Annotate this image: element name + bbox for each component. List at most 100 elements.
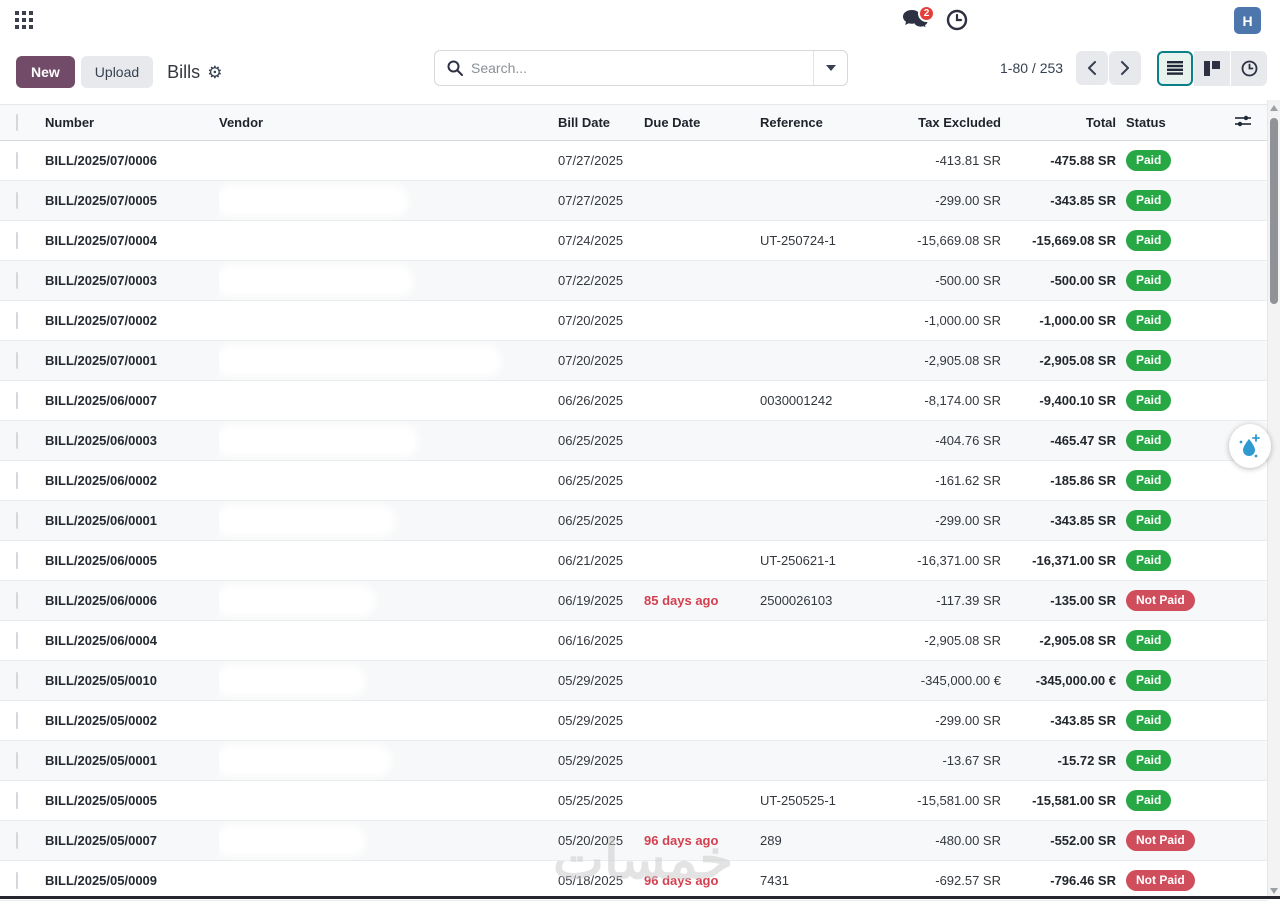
kanban-view-button[interactable] — [1194, 51, 1230, 86]
upload-button[interactable]: Upload — [81, 56, 153, 88]
bill-date: 05/29/2025 — [558, 701, 644, 741]
table-row[interactable]: BILL/2025/06/0001 06/25/2025 -299.00 SR … — [0, 501, 1268, 541]
apps-menu-icon[interactable] — [15, 11, 33, 29]
table-row[interactable]: BILL/2025/07/0004 07/24/2025 UT-250724-1… — [0, 221, 1268, 261]
row-checkbox[interactable] — [16, 792, 18, 809]
vendor-redaction — [219, 750, 387, 772]
bill-number: BILL/2025/07/0001 — [45, 341, 219, 381]
gear-icon[interactable]: ⚙ — [207, 64, 222, 81]
table-row[interactable]: BILL/2025/05/0002 05/29/2025 -299.00 SR … — [0, 701, 1268, 741]
table-row[interactable]: BILL/2025/06/0005 06/21/2025 UT-250621-1… — [0, 541, 1268, 581]
row-checkbox[interactable] — [16, 552, 18, 569]
chevron-down-icon — [826, 65, 836, 71]
avatar[interactable]: H — [1234, 7, 1261, 34]
total: -343.85 SR — [1003, 701, 1118, 741]
bill-date: 06/16/2025 — [558, 621, 644, 661]
vendor-cell — [219, 341, 558, 381]
due-date — [644, 181, 760, 221]
select-all-checkbox[interactable] — [16, 114, 18, 131]
reference — [760, 661, 908, 701]
activities-clock-icon[interactable] — [946, 9, 968, 31]
column-header-due-date[interactable]: Due Date — [644, 105, 760, 141]
reference — [760, 621, 908, 661]
total: -343.85 SR — [1003, 501, 1118, 541]
row-checkbox[interactable] — [16, 632, 18, 649]
tax-excluded: -345,000.00 € — [908, 661, 1003, 701]
due-date — [644, 421, 760, 461]
search-options-toggle[interactable] — [813, 51, 847, 85]
tax-excluded: -299.00 SR — [908, 181, 1003, 221]
column-header-number[interactable]: Number — [45, 105, 219, 141]
row-checkbox[interactable] — [16, 432, 18, 449]
column-header-total[interactable]: Total — [1003, 105, 1118, 141]
column-header-reference[interactable]: Reference — [760, 105, 908, 141]
table-row[interactable]: BILL/2025/06/0003 06/25/2025 -404.76 SR … — [0, 421, 1268, 461]
row-checkbox[interactable] — [16, 512, 18, 529]
row-checkbox[interactable] — [16, 352, 18, 369]
total: -15,669.08 SR — [1003, 221, 1118, 261]
tax-excluded: -16,371.00 SR — [908, 541, 1003, 581]
vendor-redaction — [219, 350, 497, 372]
messages-icon[interactable]: 2 — [902, 8, 932, 34]
bill-number: BILL/2025/06/0001 — [45, 501, 219, 541]
row-checkbox[interactable] — [16, 592, 18, 609]
list-view-button[interactable] — [1157, 51, 1193, 86]
vendor-cell — [219, 221, 558, 261]
row-checkbox[interactable] — [16, 152, 18, 169]
column-header-tax-excluded[interactable]: Tax Excluded — [908, 105, 1003, 141]
adjust-columns-icon[interactable] — [1235, 116, 1251, 131]
vertical-scrollbar[interactable] — [1267, 100, 1280, 899]
column-header-bill-date[interactable]: Bill Date — [558, 105, 644, 141]
row-checkbox[interactable] — [16, 472, 18, 489]
table-row[interactable]: BILL/2025/07/0003 07/22/2025 -500.00 SR … — [0, 261, 1268, 301]
scroll-down-arrow[interactable] — [1270, 888, 1278, 894]
due-date — [644, 661, 760, 701]
table-row[interactable]: BILL/2025/05/0001 05/29/2025 -13.67 SR -… — [0, 741, 1268, 781]
pager-next-button[interactable] — [1109, 51, 1141, 85]
row-checkbox[interactable] — [16, 872, 18, 889]
tax-excluded: -480.00 SR — [908, 821, 1003, 861]
row-checkbox[interactable] — [16, 672, 18, 689]
tax-excluded: -299.00 SR — [908, 701, 1003, 741]
table-row[interactable]: BILL/2025/05/0005 05/25/2025 UT-250525-1… — [0, 781, 1268, 821]
table-row[interactable]: BILL/2025/06/0004 06/16/2025 -2,905.08 S… — [0, 621, 1268, 661]
reference: UT-250525-1 — [760, 781, 908, 821]
status-badge: Paid — [1126, 310, 1171, 330]
column-header-status[interactable]: Status — [1118, 105, 1218, 141]
row-checkbox[interactable] — [16, 712, 18, 729]
due-date — [644, 301, 760, 341]
row-checkbox[interactable] — [16, 392, 18, 409]
row-checkbox[interactable] — [16, 752, 18, 769]
row-checkbox[interactable] — [16, 232, 18, 249]
bill-date: 06/19/2025 — [558, 581, 644, 621]
row-checkbox[interactable] — [16, 832, 18, 849]
new-button[interactable]: New — [16, 56, 75, 88]
column-header-vendor[interactable]: Vendor — [219, 105, 558, 141]
table-row[interactable]: BILL/2025/07/0002 07/20/2025 -1,000.00 S… — [0, 301, 1268, 341]
reference — [760, 261, 908, 301]
search-input[interactable] — [471, 60, 813, 76]
pager-prev-button[interactable] — [1076, 51, 1108, 85]
row-checkbox[interactable] — [16, 312, 18, 329]
scroll-up-arrow[interactable] — [1270, 105, 1278, 111]
table-row[interactable]: BILL/2025/07/0001 07/20/2025 -2,905.08 S… — [0, 341, 1268, 381]
tax-excluded: -8,174.00 SR — [908, 381, 1003, 421]
table-row[interactable]: BILL/2025/07/0006 07/27/2025 -413.81 SR … — [0, 141, 1268, 181]
bill-date: 06/25/2025 — [558, 461, 644, 501]
table-row[interactable]: BILL/2025/05/0009 05/18/2025 96 days ago… — [0, 861, 1268, 901]
bill-number: BILL/2025/06/0005 — [45, 541, 219, 581]
activity-view-button[interactable] — [1231, 51, 1267, 86]
table-row[interactable]: BILL/2025/06/0006 06/19/2025 85 days ago… — [0, 581, 1268, 621]
table-row[interactable]: BILL/2025/06/0002 06/25/2025 -161.62 SR … — [0, 461, 1268, 501]
table-row[interactable]: BILL/2025/07/0005 07/27/2025 -299.00 SR … — [0, 181, 1268, 221]
scrollbar-thumb[interactable] — [1270, 118, 1278, 304]
table-row[interactable]: BILL/2025/06/0007 06/26/2025 0030001242 … — [0, 381, 1268, 421]
row-checkbox[interactable] — [16, 192, 18, 209]
vendor-cell — [219, 741, 558, 781]
row-checkbox[interactable] — [16, 272, 18, 289]
status-badge: Paid — [1126, 470, 1171, 490]
translate-extension-button[interactable] — [1229, 424, 1271, 468]
table-row[interactable]: BILL/2025/05/0007 05/20/2025 96 days ago… — [0, 821, 1268, 861]
vendor-cell — [219, 621, 558, 661]
table-row[interactable]: BILL/2025/05/0010 05/29/2025 -345,000.00… — [0, 661, 1268, 701]
